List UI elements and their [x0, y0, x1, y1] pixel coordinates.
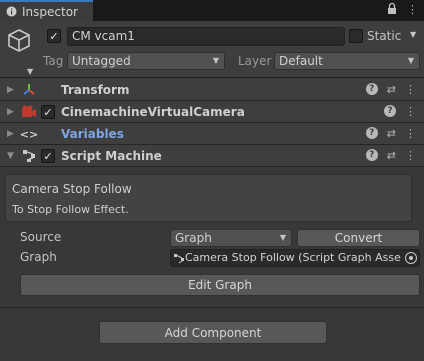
help-icon[interactable]: ? [384, 105, 396, 117]
component-transform[interactable]: ▶ Transform ? ⇄ ⋮ [0, 79, 424, 101]
presets-icon[interactable]: ⇄ [387, 127, 396, 140]
help-icon[interactable]: ? [365, 127, 378, 139]
kebab-menu-icon[interactable]: ⋮ [407, 3, 418, 18]
chevron-down-icon: ▼ [212, 56, 219, 65]
script-graph-icon [174, 253, 184, 266]
tab-tools: ⋮ [387, 2, 418, 18]
component-variables[interactable]: ▶ <> Variables ? ⇄ ⋮ [0, 123, 424, 145]
active-checkbox[interactable]: ✓ [47, 29, 61, 43]
chevron-down-icon: ▼ [407, 56, 414, 65]
graph-title[interactable]: Camera Stop Follow [12, 182, 132, 196]
convert-button[interactable]: Convert [297, 229, 420, 247]
tag-dropdown[interactable]: Untagged ▼ [67, 52, 225, 70]
component-tools: ? ⇄ ⋮ [365, 83, 416, 96]
edit-graph-button[interactable]: Edit Graph [20, 274, 420, 296]
component-enabled-checkbox[interactable]: ✓ [41, 149, 55, 163]
component-title: Transform [61, 83, 130, 97]
foldout-arrow-icon[interactable]: ▶ [7, 129, 14, 139]
tab-inspector[interactable]: Inspector [0, 0, 93, 21]
add-component-button[interactable]: Add Component [99, 321, 327, 344]
presets-icon[interactable]: ⇄ [387, 83, 396, 96]
component-enabled-checkbox[interactable]: ✓ [41, 105, 55, 119]
component-script-machine[interactable]: ▼ ✓ Script Machine ? ⇄ ⋮ [0, 145, 424, 167]
component-tools: ? ⋮ [384, 105, 416, 118]
gameobject-header: ▼ ✓ CM vcam1 ✓ Static ▼ Tag Untagged ▼ L… [0, 21, 424, 78]
graph-label: Graph [20, 250, 57, 264]
tag-label: Tag [43, 54, 64, 68]
tag-value: Untagged [72, 54, 131, 68]
source-label: Source [20, 230, 62, 244]
layer-label: Layer [238, 54, 272, 68]
foldout-arrow-icon[interactable]: ▶ [7, 85, 14, 95]
tab-label: Inspector [22, 4, 78, 19]
foldout-arrow-icon[interactable]: ▶ [7, 107, 14, 117]
info-icon [6, 6, 17, 17]
lock-icon[interactable] [387, 2, 397, 18]
gameobject-name-input[interactable]: CM vcam1 [67, 27, 345, 46]
object-picker-icon[interactable] [405, 252, 417, 264]
graph-value: Camera Stop Follow (Script Graph Asse [185, 251, 401, 264]
transform-icon [21, 83, 37, 97]
graph-description-box: Camera Stop Follow To Stop Follow Effect… [5, 174, 412, 222]
kebab-menu-icon[interactable]: ⋮ [405, 105, 416, 118]
tab-bar: Inspector ⋮ [0, 0, 424, 21]
graph-description[interactable]: To Stop Follow Effect. [12, 203, 129, 216]
static-checkbox[interactable]: ✓ [349, 29, 363, 43]
cinemachine-icon [21, 105, 37, 119]
foldout-arrow-icon[interactable]: ▼ [7, 151, 14, 161]
static-label: Static [367, 29, 402, 43]
source-dropdown[interactable]: Graph ▼ [170, 229, 292, 247]
kebab-menu-icon[interactable]: ⋮ [405, 127, 416, 140]
script-machine-icon [21, 149, 37, 163]
component-title: Script Machine [61, 149, 162, 163]
component-cinemachine-virtual-camera[interactable]: ▶ ✓ CinemachineVirtualCamera ? ⋮ [0, 101, 424, 123]
static-dropdown-arrow-icon[interactable]: ▼ [410, 30, 416, 39]
graph-object-field[interactable]: Camera Stop Follow (Script Graph Asse [170, 249, 420, 267]
layer-dropdown[interactable]: Default ▼ [274, 52, 420, 70]
help-icon[interactable]: ? [365, 149, 378, 161]
source-value: Graph [175, 231, 212, 245]
component-tools: ? ⇄ ⋮ [365, 149, 416, 162]
chevron-down-icon: ▼ [279, 233, 286, 242]
component-title: Variables [61, 127, 124, 141]
presets-icon[interactable]: ⇄ [387, 149, 396, 162]
help-icon[interactable]: ? [365, 83, 378, 95]
kebab-menu-icon[interactable]: ⋮ [405, 149, 416, 162]
gameobject-cube-icon[interactable] [6, 27, 32, 53]
variables-icon: <> [19, 127, 39, 141]
component-tools: ? ⇄ ⋮ [365, 127, 416, 140]
layer-value: Default [279, 54, 323, 68]
kebab-menu-icon[interactable]: ⋮ [405, 83, 416, 96]
divider [0, 307, 424, 308]
component-title: CinemachineVirtualCamera [61, 105, 245, 119]
icon-dropdown-arrow-icon[interactable]: ▼ [27, 67, 33, 76]
